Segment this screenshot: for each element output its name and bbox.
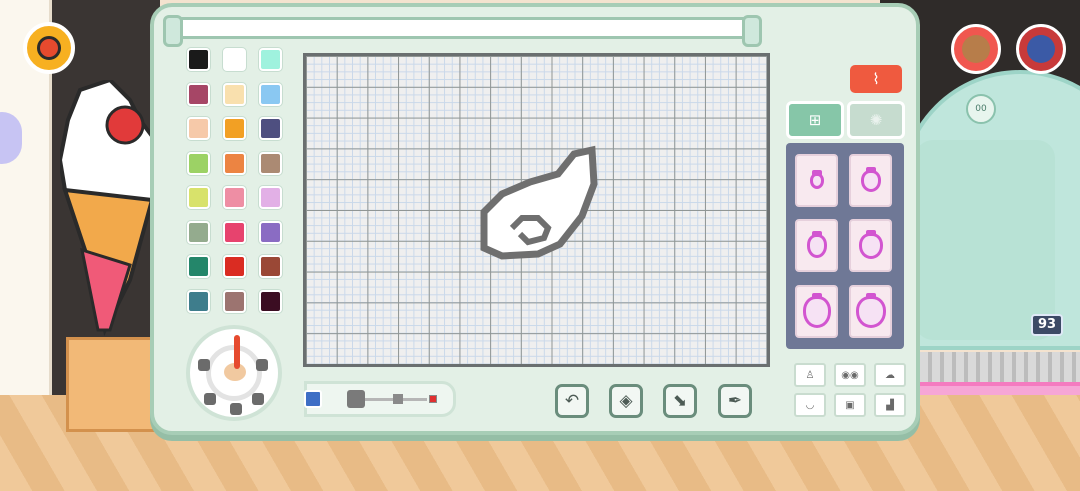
tab-stamps[interactable]: ⊞ bbox=[786, 101, 844, 139]
category-eyes-button[interactable]: ◉◉ bbox=[834, 363, 866, 387]
clear-canvas-button[interactable]: ⌇ bbox=[850, 65, 902, 93]
avatar-face-icon bbox=[962, 35, 990, 63]
color-swatch[interactable] bbox=[187, 117, 210, 140]
tab-effects[interactable]: ✺ bbox=[847, 101, 905, 139]
color-swatch[interactable] bbox=[223, 220, 246, 244]
strawberry-icon bbox=[806, 230, 827, 258]
swirl-icon: ✺ bbox=[869, 111, 883, 129]
eraser-button[interactable]: ◈ bbox=[609, 384, 643, 418]
display-box bbox=[66, 337, 156, 432]
fill-button[interactable]: ⬊ bbox=[663, 384, 697, 418]
category-item-button[interactable]: ▟ bbox=[874, 393, 906, 417]
machine-screen bbox=[915, 140, 1055, 340]
stamp-icon: ⊞ bbox=[808, 111, 822, 129]
strawberry-icon bbox=[809, 169, 824, 189]
stamp-grid bbox=[786, 143, 904, 349]
hair-icon: ☁ bbox=[885, 369, 895, 381]
pixel-canvas[interactable] bbox=[303, 53, 770, 367]
eyedropper-button[interactable]: ✒ bbox=[718, 384, 752, 418]
strawberry-icon bbox=[802, 292, 831, 328]
color-swatch[interactable] bbox=[187, 255, 210, 278]
eyedropper-icon: ✒ bbox=[727, 391, 743, 411]
timer-label: 00 bbox=[975, 104, 987, 114]
undo-button[interactable]: ↶ bbox=[555, 384, 589, 418]
stamp-strawberry-medium[interactable] bbox=[795, 219, 838, 272]
camera-avatar-button[interactable] bbox=[1016, 24, 1066, 74]
color-swatch[interactable] bbox=[259, 220, 282, 244]
color-swatch[interactable] bbox=[259, 289, 282, 313]
color-palette bbox=[183, 42, 283, 322]
wheel-pip bbox=[230, 403, 242, 415]
strawberry-icon bbox=[855, 292, 886, 328]
color-swatch[interactable] bbox=[223, 186, 246, 209]
category-mouth-button[interactable]: ◡ bbox=[794, 393, 826, 417]
strawberry-icon bbox=[860, 166, 881, 192]
color-swatch[interactable] bbox=[187, 220, 210, 244]
category-dress-button[interactable]: ♙ bbox=[794, 363, 826, 387]
color-swatch[interactable] bbox=[259, 151, 282, 175]
color-swatch[interactable] bbox=[259, 82, 282, 106]
color-swatch[interactable] bbox=[187, 151, 210, 175]
broom-icon: ⌇ bbox=[872, 70, 880, 88]
color-swatch[interactable] bbox=[259, 48, 282, 71]
item-icon: ▟ bbox=[886, 399, 894, 411]
menu-button[interactable] bbox=[23, 22, 75, 74]
slider-thumb[interactable] bbox=[393, 394, 403, 404]
brush-size-small[interactable] bbox=[429, 395, 437, 403]
wheel-pip bbox=[204, 393, 216, 405]
category-hair-button[interactable]: ☁ bbox=[874, 363, 906, 387]
wheel-needle[interactable] bbox=[234, 335, 240, 369]
counter-badge: 93 bbox=[1031, 314, 1063, 336]
brush-swatch-icon bbox=[304, 390, 322, 408]
stamp-strawberry-large[interactable] bbox=[795, 285, 838, 338]
stamp-strawberry-small-3d[interactable] bbox=[849, 154, 892, 207]
category-pattern-button[interactable]: ▣ bbox=[834, 393, 866, 417]
color-swatch[interactable] bbox=[223, 82, 246, 106]
timer-button[interactable]: 00 bbox=[966, 94, 996, 124]
fill-bucket-icon: ⬊ bbox=[672, 391, 688, 411]
dress-icon: ♙ bbox=[805, 369, 815, 381]
ice-cream-cone-sprite bbox=[60, 80, 156, 337]
stamp-strawberry-medium-3d[interactable] bbox=[849, 219, 892, 272]
color-swatch[interactable] bbox=[223, 151, 246, 175]
stamp-strawberry-small[interactable] bbox=[795, 154, 838, 207]
conveyor-belt bbox=[920, 352, 1080, 382]
color-swatch[interactable] bbox=[223, 117, 246, 140]
brush-size-large[interactable] bbox=[347, 390, 365, 408]
pattern-icon: ▣ bbox=[845, 399, 855, 411]
wheel-pip bbox=[256, 359, 268, 371]
color-swatch[interactable] bbox=[259, 255, 282, 278]
color-swatch[interactable] bbox=[187, 82, 210, 106]
color-swatch[interactable] bbox=[223, 255, 246, 278]
color-swatch[interactable] bbox=[259, 117, 282, 140]
wing-drawing bbox=[480, 145, 598, 260]
color-wheel[interactable] bbox=[186, 325, 282, 421]
undo-icon: ↶ bbox=[564, 391, 580, 411]
mouth-icon: ◡ bbox=[805, 399, 815, 411]
color-swatch[interactable] bbox=[187, 48, 210, 71]
color-swatch[interactable] bbox=[187, 186, 210, 209]
brush-size-slider[interactable] bbox=[304, 381, 456, 417]
color-swatch[interactable] bbox=[223, 289, 246, 313]
color-swatch[interactable] bbox=[187, 289, 210, 313]
wheel-pip bbox=[252, 393, 264, 405]
panel-handle-bar bbox=[163, 15, 762, 47]
record-icon bbox=[37, 36, 61, 60]
strawberry-icon bbox=[858, 229, 883, 259]
stamp-category-grid: ♙ ◉◉ ☁ ◡ ▣ ▟ bbox=[794, 363, 906, 419]
wheel-pip bbox=[198, 359, 210, 371]
eraser-icon: ◈ bbox=[619, 391, 633, 411]
camera-icon bbox=[1027, 35, 1055, 63]
color-swatch[interactable] bbox=[223, 48, 246, 71]
avatar-button[interactable] bbox=[951, 24, 1001, 74]
stamp-strawberry-large-3d[interactable] bbox=[849, 285, 892, 338]
eyes-icon: ◉◉ bbox=[841, 369, 859, 381]
color-swatch[interactable] bbox=[259, 186, 282, 209]
